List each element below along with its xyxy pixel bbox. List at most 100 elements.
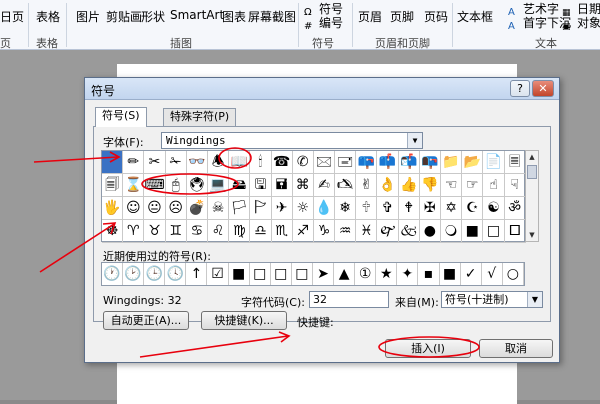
symbol-cell[interactable]: ॐ (504, 197, 526, 220)
symbol-cell[interactable]: ♋ (186, 220, 208, 243)
symbol-cell[interactable]: ☸ (102, 220, 124, 243)
page-number-button[interactable]: 页码 (424, 8, 448, 25)
symbol-cell[interactable]: 🏱 (250, 197, 272, 220)
symbol-cell[interactable]: 👌 (377, 174, 399, 197)
symbol-cell[interactable]: 🕆 (356, 197, 378, 220)
recent-symbol-cell[interactable]: 🕑 (123, 263, 145, 285)
symbol-cell[interactable]: ♒ (335, 220, 357, 243)
recent-symbol-cell[interactable]: 🕓 (165, 263, 187, 285)
symbol-cell[interactable]: ✈ (271, 197, 293, 220)
symbol-cell[interactable]: ☎ (271, 151, 293, 174)
symbol-cell[interactable]: 🗏 (504, 151, 526, 174)
symbol-cell[interactable]: ♑ (313, 220, 336, 243)
symbol-cell[interactable]: ♈ (123, 220, 145, 243)
symbol-cell[interactable]: 🖂 (313, 151, 336, 174)
symbol-cell[interactable]: ☞ (462, 174, 484, 197)
symbol-cell[interactable]: 🔾 (441, 220, 463, 243)
symbol-cell[interactable]: ♊ (165, 220, 187, 243)
symbol-cell[interactable]: 🖬 (271, 174, 293, 197)
symbol-cell[interactable]: 💻 (207, 174, 230, 197)
symbol-cell[interactable] (102, 151, 124, 174)
from-dropdown[interactable]: 符号(十进制) ▼ (441, 291, 543, 308)
help-button[interactable]: ? (510, 80, 530, 97)
symbol-cell[interactable]: ✁ (165, 151, 187, 174)
number-button[interactable]: # 编号 (304, 14, 343, 33)
clipart-button[interactable]: 剪贴画 (106, 8, 142, 25)
tab-symbols[interactable]: 符号(S) (95, 107, 147, 127)
symbol-cell[interactable]: ☝ (483, 174, 505, 197)
insert-button[interactable]: 插入(I) (385, 339, 471, 358)
screenshot-button[interactable]: 屏幕截图 (248, 8, 296, 25)
symbol-cell[interactable]: ❄ (335, 197, 357, 220)
recent-symbol-cell[interactable]: ↑ (186, 263, 208, 285)
symbol-cell[interactable]: 📫 (377, 151, 399, 174)
symbol-cell[interactable]: ♉ (144, 220, 166, 243)
symbol-cell[interactable]: 😐 (144, 197, 166, 220)
symbol-cell[interactable]: 🖰 (165, 174, 187, 197)
symbol-cell[interactable]: ☹ (165, 197, 187, 220)
symbol-cell[interactable]: 🖴 (229, 174, 251, 197)
symbol-cell[interactable]: ✞ (377, 197, 399, 220)
symbol-cell[interactable]: ☺ (123, 197, 145, 220)
symbol-cell[interactable]: ☜ (441, 174, 463, 197)
symbol-cell[interactable]: 🕭 (207, 151, 230, 174)
scroll-down-icon[interactable]: ▼ (526, 229, 538, 241)
cancel-button[interactable]: 取消 (479, 339, 553, 358)
symbol-cell[interactable]: 📄 (483, 151, 505, 174)
symbol-cell[interactable]: 👎 (419, 174, 441, 197)
symbol-cell[interactable]: ✏ (123, 151, 145, 174)
symbol-cell[interactable]: ♍ (229, 220, 251, 243)
symbol-cell[interactable]: 🕯 (250, 151, 272, 174)
recent-symbol-cell[interactable]: ① (355, 263, 377, 285)
symbol-cell[interactable]: 🖫 (250, 174, 272, 197)
symbol-cell[interactable]: 📁 (441, 151, 463, 174)
picture-button[interactable]: 图片 (76, 8, 100, 25)
symbol-cell[interactable]: 💣 (186, 197, 208, 220)
symbol-cell[interactable]: 📪 (356, 151, 378, 174)
recent-symbol-cell[interactable]: □ (292, 263, 313, 285)
symbol-cell[interactable]: ⌨ (144, 174, 166, 197)
scrollbar-thumb[interactable] (527, 165, 537, 179)
recent-symbol-cell[interactable]: ✦ (397, 263, 419, 285)
char-code-input[interactable]: 32 (309, 291, 389, 308)
font-dropdown[interactable]: Wingdings ▼ (161, 132, 423, 149)
symbol-cell[interactable]: 🙰 (377, 220, 399, 243)
symbol-cell[interactable]: ⌛ (123, 174, 145, 197)
recent-symbol-cell[interactable]: ○ (503, 263, 524, 285)
close-button[interactable]: ✕ (532, 80, 554, 97)
symbol-cell[interactable]: ✡ (441, 197, 463, 220)
dialog-titlebar[interactable]: 符号 ? ✕ (85, 78, 559, 100)
symbol-cell[interactable]: ● (419, 220, 441, 243)
symbol-cell[interactable]: ♌ (207, 220, 230, 243)
symbol-cell[interactable]: 💧 (313, 197, 336, 220)
smartart-button[interactable]: SmartArt (170, 8, 224, 22)
recent-symbol-cell[interactable]: ▪ (418, 263, 440, 285)
symbol-cell[interactable]: 📖 (229, 151, 251, 174)
symbol-cell[interactable]: ☪ (462, 197, 484, 220)
symbol-cell[interactable]: 🖐 (102, 197, 124, 220)
symbol-cell[interactable]: 🖲 (186, 174, 208, 197)
symbol-cell[interactable]: 📭 (419, 151, 441, 174)
symbol-cell[interactable]: 📂 (462, 151, 484, 174)
recent-symbol-cell[interactable]: ★ (376, 263, 398, 285)
symbol-cell[interactable]: 🏳 (229, 197, 251, 220)
shortcut-key-button[interactable]: 快捷键(K)... (201, 311, 287, 330)
recent-symbol-cell[interactable]: ▲ (334, 263, 356, 285)
chevron-down-icon[interactable]: ▼ (527, 292, 542, 307)
symbol-cell[interactable]: ✌ (356, 174, 378, 197)
ribbon-partial-item[interactable]: 日页 (0, 8, 24, 25)
symbol-cell[interactable]: 📬 (398, 151, 420, 174)
symbol-cell[interactable]: 🞐 (504, 220, 526, 243)
recent-symbol-cell[interactable]: ☑ (207, 263, 229, 285)
recent-symbol-cell[interactable]: √ (482, 263, 503, 285)
header-button[interactable]: 页眉 (358, 8, 382, 25)
chart-button[interactable]: 图表 (222, 8, 246, 25)
symbol-cell[interactable]: ☼ (292, 197, 314, 220)
recent-symbol-cell[interactable]: ■ (229, 263, 250, 285)
chevron-down-icon[interactable]: ▼ (407, 133, 422, 148)
recent-symbol-cell[interactable]: □ (271, 263, 292, 285)
symbol-cell[interactable]: ■ (462, 220, 484, 243)
symbol-cell[interactable]: 🗐 (102, 174, 124, 197)
symbol-cell[interactable]: ♏ (271, 220, 293, 243)
symbol-cell[interactable]: 👍 (398, 174, 420, 197)
